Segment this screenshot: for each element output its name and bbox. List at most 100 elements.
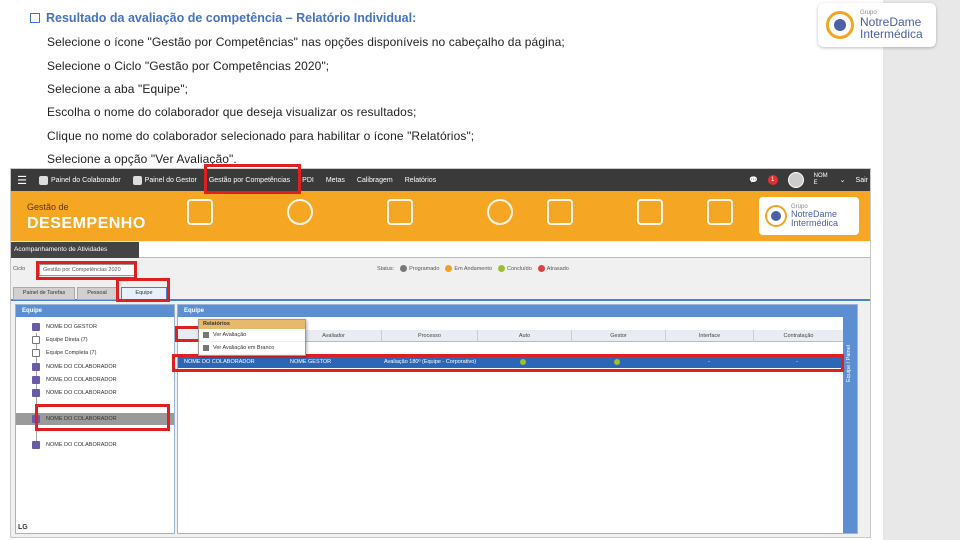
logout-link[interactable]: Sair [856,177,868,184]
menu-ver-avaliacao-branco[interactable]: Ver Avaliação em Branco [199,342,305,355]
nav-label: Painel do Gestor [144,176,197,184]
avatar[interactable] [787,172,804,188]
tab-bar: Painel de Tarefas Pessoal Equipe [11,287,870,301]
instruction-step-1: Selecione o ícone "Gestão por Competênci… [47,35,565,49]
person-icon [32,441,40,449]
notification-badge[interactable]: 1 [767,175,778,185]
tree-collaborator[interactable]: NOME DO COLABORADOR [16,387,174,399]
tree-equipe-direta[interactable]: Equipe Direta (7) [16,334,174,346]
person-icon [32,389,40,397]
company-logo: Grupo NotreDame Intermédica [818,3,936,47]
slide-title-text: Resultado da avaliação de competência – … [46,11,417,25]
activities-bar: Acompanhamento de Atividades [11,242,870,258]
status-programado: Programado [400,265,439,272]
checklist-icon [387,199,413,225]
status-gestor-icon [614,359,620,365]
person-icon [32,323,40,331]
side-panel-toggle[interactable]: Equipe / Painel [843,305,857,533]
chevron-down-icon[interactable]: ⌄ [840,176,846,184]
document-icon [637,199,663,225]
top-nav: ☰ Painel do Colaborador Painel do Gestor… [11,169,870,191]
slide-title: Resultado da avaliação de competência – … [30,11,416,25]
nav-label: Metas [325,176,345,184]
user-icon [39,175,48,185]
team-icon [132,175,142,185]
logo-mark-icon [826,11,854,39]
nav-calibragem[interactable]: Calibragem [351,177,399,184]
col-gestor[interactable]: Gestor [572,330,666,342]
team-tree-panel: Equipe NOME DO GESTOR Equipe Direta (7) … [15,304,175,534]
instruction-step-3: Selecione a aba "Equipe"; [47,82,189,96]
nav-pdi[interactable]: PDI [296,177,320,184]
nav-relatorios[interactable]: Relatórios [399,177,443,184]
tab-painel-tarefas[interactable]: Painel de Tarefas [13,287,75,300]
banner-title: DESEMPENHO [27,215,146,232]
logo-mark-icon [765,205,787,227]
nav-metas[interactable]: Metas [320,177,351,184]
tree-collaborator-selected[interactable]: NOME DO COLABORADOR [16,413,174,425]
instruction-step-4: Escolha o nome do colaborador que deseja… [47,105,417,119]
table-row[interactable]: NOME DO COLABORADOR NOME GESTOR Avaliaçã… [178,356,844,368]
tree-manager[interactable]: NOME DO GESTOR [16,321,174,333]
status-dot-icon [400,265,408,272]
team-tree-header: Equipe [16,305,174,317]
gear-icon [487,199,513,225]
tree-equipe-completa[interactable]: Equipe Completa (7) [16,347,174,359]
group-icon [32,349,40,357]
nav-label: Gestão por Competências [208,176,291,184]
nav-label: Relatórios [404,176,437,184]
team-grid-header: Equipe [178,305,857,317]
instruction-step-6: Selecione a opção "Ver Avaliação". [47,152,237,166]
footer-logo: LG [18,524,28,531]
activities-label: Acompanhamento de Atividades [11,242,139,258]
cycle-label: Ciclo [13,266,26,272]
status-atrasado: Atrasado [537,265,569,272]
org-chart-icon [707,199,733,225]
logo-line2: Intermédica [791,218,839,228]
reports-menu: Relatórios Ver Avaliação Ver Avaliação e… [198,319,306,356]
app-screenshot: ☰ Painel do Colaborador Painel do Gestor… [10,168,871,538]
group-icon [32,336,40,344]
person-icon [32,376,40,384]
reports-menu-title[interactable]: Relatórios [199,320,305,329]
menu-ver-avaliacao[interactable]: Ver Avaliação [199,329,305,342]
nav-painel-gestor[interactable]: Painel do Gestor [127,175,203,185]
tree-collaborator[interactable]: NOME DO COLABORADOR [16,439,174,451]
tree-collaborator[interactable]: NOME DO COLABORADOR [16,361,174,373]
cell-contratacao: - [796,359,798,365]
menu-icon[interactable]: ☰ [11,174,33,187]
logo-line2: Intermédica [860,27,923,41]
chat-icon[interactable]: 💬 [749,176,758,184]
col-auto[interactable]: Auto [478,330,572,342]
nav-painel-colaborador[interactable]: Painel do Colaborador [33,175,127,185]
people-icon [187,199,213,225]
col-interface[interactable]: Interface [666,330,754,342]
tab-pessoal[interactable]: Pessoal [77,287,117,300]
col-contratacao[interactable]: Contratação [754,330,844,342]
nav-gestao-competencias[interactable]: Gestão por Competências [203,177,296,184]
clock-icon [287,199,313,225]
status-dot-icon [498,265,506,272]
status-dot-icon [445,265,453,272]
instruction-step-5: Clique no nome do colaborador selecionad… [47,129,475,143]
cell-avaliador: NOME GESTOR [290,359,332,365]
checkbox-bullet-icon [30,13,40,23]
instruction-step-2: Selecione o Ciclo "Gestão por Competênci… [47,59,330,73]
col-processo[interactable]: Processo [382,330,478,342]
side-tab-label: Equipe / Painel [846,345,852,382]
status-label: Status: [377,265,395,272]
tree-collaborator[interactable]: NOME DO COLABORADOR [16,374,174,386]
cycle-value: Gestão por Competências 2020 [43,267,121,273]
nav-label: PDI [302,176,314,184]
cell-avaliado: NOME DO COLABORADOR [184,359,255,365]
status-concluido: Concluído [498,265,532,272]
status-auto-icon [520,359,526,365]
cell-processo: Avaliação 180º (Equipe - Corporativo) [384,359,477,365]
user-name[interactable]: NOM E [814,173,830,186]
nav-label: Calibragem [356,176,393,184]
status-legend: Status: Programado Em Andamento Concluíd… [377,265,569,272]
person-icon [32,415,40,423]
cycle-select[interactable]: Gestão por Competências 2020 [39,264,135,276]
tab-equipe[interactable]: Equipe [121,287,167,300]
status-em-andamento: Em Andamento [445,265,492,272]
